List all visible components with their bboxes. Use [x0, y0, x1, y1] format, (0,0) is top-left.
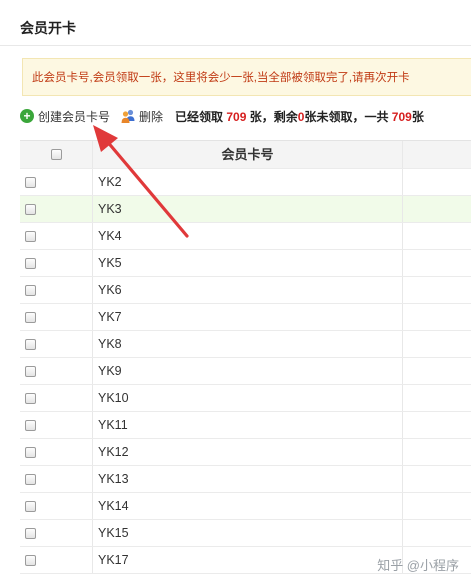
row-extra-cell: [403, 412, 471, 438]
title-divider: [0, 45, 471, 46]
table-row[interactable]: YK10: [20, 385, 471, 412]
row-extra-cell: [403, 466, 471, 492]
table-row[interactable]: YK7: [20, 304, 471, 331]
table-header-row: 会员卡号: [20, 141, 471, 169]
table-row[interactable]: YK11: [20, 412, 471, 439]
row-check-cell: [20, 439, 93, 465]
row-check-cell: [20, 331, 93, 357]
card-number-cell: YK2: [93, 169, 403, 195]
row-extra-cell: [403, 277, 471, 303]
row-checkbox[interactable]: [25, 231, 36, 242]
row-checkbox[interactable]: [25, 501, 36, 512]
row-check-cell: [20, 304, 93, 330]
select-all-checkbox[interactable]: [51, 149, 62, 160]
row-check-cell: [20, 493, 93, 519]
card-number-cell: YK6: [93, 277, 403, 303]
row-check-cell: [20, 223, 93, 249]
header-extra-cell: [403, 141, 471, 168]
row-checkbox[interactable]: [25, 312, 36, 323]
table-row[interactable]: YK13: [20, 466, 471, 493]
row-check-cell: [20, 547, 93, 573]
table-row[interactable]: YK14: [20, 493, 471, 520]
table-row[interactable]: YK5: [20, 250, 471, 277]
card-number-cell: YK5: [93, 250, 403, 276]
row-checkbox[interactable]: [25, 366, 36, 377]
create-card-label: 创建会员卡号: [38, 109, 111, 124]
card-number-cell: YK12: [93, 439, 403, 465]
row-extra-cell: [403, 331, 471, 357]
card-number-cell: YK9: [93, 358, 403, 384]
table-row[interactable]: YK9: [20, 358, 471, 385]
row-check-cell: [20, 277, 93, 303]
delete-label: 删除: [139, 109, 164, 124]
row-check-cell: [20, 196, 93, 222]
row-check-cell: [20, 385, 93, 411]
row-extra-cell: [403, 385, 471, 411]
row-checkbox[interactable]: [25, 420, 36, 431]
row-checkbox[interactable]: [25, 528, 36, 539]
row-extra-cell: [403, 520, 471, 546]
row-check-cell: [20, 520, 93, 546]
users-icon: [121, 109, 135, 123]
table-row[interactable]: YK2: [20, 169, 471, 196]
card-table: 会员卡号 YK2 YK3 YK4 YK5 YK6 YK7 YK8 YK9 YK10 YK11 YK1…: [20, 140, 471, 574]
row-extra-cell: [403, 223, 471, 249]
notice-banner: 此会员卡号,会员领取一张，这里将会少一张,当全部被领取完了,请再次开卡: [22, 58, 471, 96]
stats-suffix: 张: [411, 109, 424, 124]
stats-mid1: 张，剩余: [246, 109, 298, 124]
row-checkbox[interactable]: [25, 258, 36, 269]
row-check-cell: [20, 412, 93, 438]
table-body: YK2 YK3 YK4 YK5 YK6 YK7 YK8 YK9 YK10 YK11 YK12 YK13…: [20, 169, 471, 574]
table-row[interactable]: YK4: [20, 223, 471, 250]
watermark: 知乎 @小程序: [377, 558, 459, 573]
card-number-cell: YK7: [93, 304, 403, 330]
row-check-cell: [20, 358, 93, 384]
toolbar: + 创建会员卡号 删除 已经领取 709 张，剩余0张未领取，一共 709张: [20, 106, 424, 126]
row-checkbox[interactable]: [25, 474, 36, 485]
row-checkbox[interactable]: [25, 339, 36, 350]
card-number-cell: YK14: [93, 493, 403, 519]
table-row[interactable]: YK3: [20, 196, 471, 223]
card-number-cell: YK10: [93, 385, 403, 411]
card-number-cell: YK3: [93, 196, 403, 222]
page-title: 会员开卡: [20, 20, 76, 36]
table-row[interactable]: YK6: [20, 277, 471, 304]
card-number-cell: YK8: [93, 331, 403, 357]
table-row[interactable]: YK15: [20, 520, 471, 547]
row-check-cell: [20, 466, 93, 492]
claimed-count: 709: [226, 109, 247, 124]
row-checkbox[interactable]: [25, 555, 36, 566]
row-extra-cell: [403, 169, 471, 195]
row-checkbox[interactable]: [25, 393, 36, 404]
row-checkbox[interactable]: [25, 285, 36, 296]
row-checkbox[interactable]: [25, 177, 36, 188]
row-extra-cell: [403, 196, 471, 222]
card-number-cell: YK11: [93, 412, 403, 438]
row-extra-cell: [403, 493, 471, 519]
card-number-cell: YK13: [93, 466, 403, 492]
delete-button[interactable]: 删除: [120, 108, 163, 125]
row-extra-cell: [403, 250, 471, 276]
row-checkbox[interactable]: [25, 447, 36, 458]
stats-mid2: 张未领取，一共: [304, 109, 392, 124]
plus-circle-icon: +: [20, 109, 34, 123]
row-extra-cell: [403, 358, 471, 384]
table-row[interactable]: YK12: [20, 439, 471, 466]
column-header-card-number: 会员卡号: [93, 141, 403, 168]
claim-stats: 已经领取 709 张，剩余0张未领取，一共 709张: [175, 108, 424, 125]
row-extra-cell: [403, 439, 471, 465]
card-number-cell: YK4: [93, 223, 403, 249]
row-checkbox[interactable]: [25, 204, 36, 215]
card-number-cell: YK15: [93, 520, 403, 546]
create-card-button[interactable]: + 创建会员卡号: [20, 108, 110, 125]
row-check-cell: [20, 250, 93, 276]
total-count: 709: [391, 109, 412, 124]
card-number-cell: YK17: [93, 547, 403, 573]
table-row[interactable]: YK8: [20, 331, 471, 358]
row-extra-cell: [403, 304, 471, 330]
stats-prefix: 已经领取: [175, 109, 227, 124]
row-check-cell: [20, 169, 93, 195]
header-check-cell: [20, 141, 93, 168]
